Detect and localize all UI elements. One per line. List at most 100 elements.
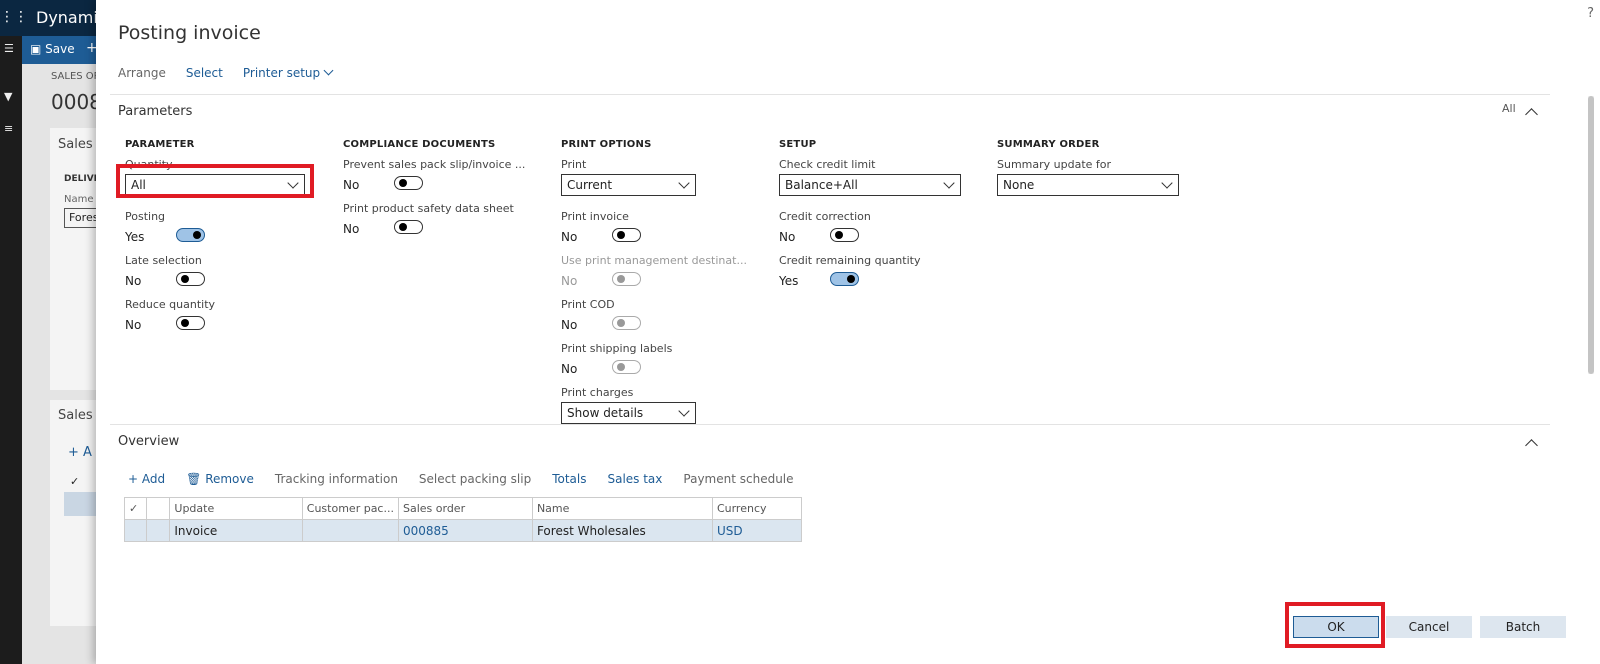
setup-group: SETUP Check credit limit Balance+All Cre…	[779, 138, 979, 298]
safety-sheet-label: Print product safety data sheet	[343, 202, 514, 215]
app-launcher-icon[interactable]: ⋮⋮	[0, 9, 28, 27]
use-print-management-value: No	[561, 274, 578, 288]
cancel-button[interactable]: Cancel	[1386, 616, 1472, 638]
credit-remaining-value: Yes	[779, 274, 799, 288]
overview-header[interactable]: Overview	[118, 434, 179, 449]
plus-icon: +	[128, 472, 139, 486]
cell-update[interactable]: Invoice	[169, 519, 303, 542]
payment-schedule-button[interactable]: Payment schedule	[683, 472, 793, 486]
print-cod-toggle	[612, 316, 641, 330]
summary-update-value: None	[1003, 178, 1035, 192]
breadcrumb: SALES OR	[51, 71, 101, 82]
use-print-management-toggle	[612, 272, 641, 286]
summary-order-group: SUMMARY ORDER Summary update for None	[997, 138, 1197, 210]
print-charges-value: Show details	[567, 406, 644, 420]
filter-icon[interactable]: ▼	[4, 90, 12, 103]
name-label: Name	[64, 194, 94, 205]
use-print-management-label: Use print management destinat...	[561, 254, 747, 267]
credit-remaining-label: Credit remaining quantity	[779, 254, 921, 267]
row-checkbox[interactable]	[124, 519, 147, 542]
cell-currency-link[interactable]: USD	[711, 519, 803, 542]
totals-button[interactable]: Totals	[552, 472, 586, 486]
arrange-button[interactable]: Arrange	[118, 66, 166, 86]
credit-remaining-toggle[interactable]	[830, 272, 859, 286]
column-header-sales-order[interactable]: Sales order	[397, 497, 533, 520]
add-button[interactable]: + Add	[128, 472, 165, 486]
posting-label: Posting	[125, 210, 166, 223]
row-spacer	[145, 519, 171, 542]
reduce-quantity-label: Reduce quantity	[125, 298, 216, 311]
chevron-up-icon[interactable]	[1525, 108, 1538, 121]
nav-left-bar: ☰ ▼ ≡	[0, 36, 22, 664]
check-icon: ✓	[70, 475, 80, 488]
chevron-down-icon	[943, 177, 955, 189]
dialog-toolbar: Arrange Select Printer setup	[118, 65, 334, 86]
card-group-title: DELIVE	[64, 174, 100, 184]
column-header-currency[interactable]: Currency	[711, 497, 803, 520]
add-line-button[interactable]: + A	[68, 445, 92, 460]
print-value: Current	[567, 178, 613, 192]
late-selection-toggle[interactable]	[176, 272, 205, 286]
select-packing-slip-button[interactable]: Select packing slip	[419, 472, 531, 486]
sales-tax-button[interactable]: Sales tax	[607, 472, 662, 486]
safety-sheet-toggle[interactable]	[394, 220, 423, 234]
page-title: 0008	[51, 90, 102, 114]
chevron-down-icon	[678, 177, 690, 189]
table-row[interactable]: Invoice 000885 Forest Wholesales USD	[124, 519, 803, 542]
chevron-up-icon[interactable]	[1525, 439, 1538, 452]
cell-name[interactable]: Forest Wholesales	[531, 519, 713, 542]
posting-invoice-dialog: Posting invoice ? Arrange Select Printer…	[96, 0, 1600, 664]
credit-limit-label: Check credit limit	[779, 158, 876, 171]
dialog-title: Posting invoice	[118, 22, 261, 44]
column-header-name[interactable]: Name	[531, 497, 713, 520]
hamburger-icon[interactable]: ☰	[4, 42, 14, 55]
quantity-highlight	[116, 164, 314, 198]
group-title: SETUP	[779, 139, 817, 150]
print-invoice-toggle[interactable]	[612, 228, 641, 242]
parameters-header[interactable]: Parameters	[118, 104, 192, 119]
credit-limit-select[interactable]: Balance+All	[779, 174, 961, 196]
credit-limit-value: Balance+All	[785, 178, 858, 192]
all-label: All	[1502, 102, 1516, 115]
column-spacer	[145, 497, 171, 520]
column-header-update[interactable]: Update	[169, 497, 303, 520]
tracking-information-button[interactable]: Tracking information	[275, 472, 398, 486]
late-selection-label: Late selection	[125, 254, 202, 267]
posting-value: Yes	[125, 230, 145, 244]
prevent-pack-slip-value: No	[343, 178, 360, 192]
prevent-pack-slip-toggle[interactable]	[394, 176, 423, 190]
shipping-labels-value: No	[561, 362, 578, 376]
scrollbar-thumb[interactable]	[1588, 96, 1594, 374]
summary-update-label: Summary update for	[997, 158, 1112, 171]
posting-toggle[interactable]	[176, 228, 205, 242]
overview-toolbar: + Add 🗑 Remove Tracking information Sele…	[128, 472, 794, 486]
save-icon: ▣	[30, 42, 42, 56]
summary-update-select[interactable]: None	[997, 174, 1179, 196]
credit-correction-value: No	[779, 230, 796, 244]
help-icon[interactable]: ?	[1587, 6, 1594, 21]
remove-button[interactable]: 🗑 Remove	[186, 472, 254, 486]
credit-correction-label: Credit correction	[779, 210, 871, 223]
save-button[interactable]: ▣ Save	[30, 42, 75, 56]
divider	[110, 94, 1550, 95]
printer-setup-button[interactable]: Printer setup	[243, 65, 334, 86]
list-icon[interactable]: ≡	[4, 122, 13, 135]
chevron-down-icon	[323, 65, 334, 76]
print-charges-select[interactable]: Show details	[561, 402, 696, 424]
reduce-quantity-toggle[interactable]	[176, 316, 205, 330]
select-all-checkbox[interactable]: ✓	[124, 497, 147, 520]
group-title: COMPLIANCE DOCUMENTS	[343, 139, 496, 150]
print-invoice-label: Print invoice	[561, 210, 629, 223]
select-button[interactable]: Select	[186, 66, 223, 86]
cell-sales-order-link[interactable]: 000885	[397, 519, 533, 542]
ok-highlight	[1285, 602, 1385, 648]
group-title: PRINT OPTIONS	[561, 139, 652, 150]
chevron-down-icon	[1161, 177, 1173, 189]
print-cod-label: Print COD	[561, 298, 615, 311]
trash-icon: 🗑	[186, 472, 202, 486]
batch-button[interactable]: Batch	[1480, 616, 1566, 638]
print-select[interactable]: Current	[561, 174, 696, 196]
column-header-customer-pack[interactable]: Customer pac...	[301, 497, 399, 520]
credit-correction-toggle[interactable]	[830, 228, 859, 242]
cell-customer-pack[interactable]	[301, 519, 399, 542]
